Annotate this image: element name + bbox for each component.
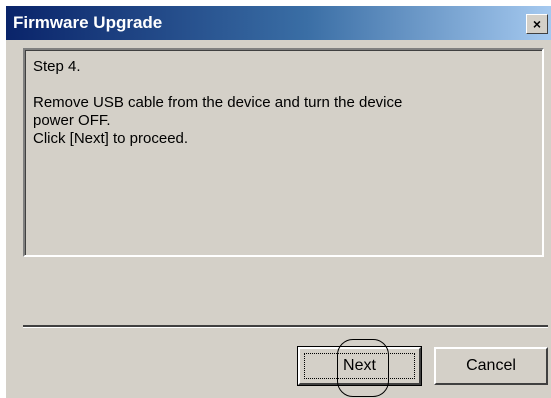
cancel-button[interactable]: Cancel [434, 347, 548, 385]
step-label: Step 4. [33, 58, 81, 75]
close-icon: × [532, 16, 542, 32]
next-button[interactable]: Next [297, 346, 422, 386]
window-title: Firmware Upgrade [13, 13, 163, 32]
instruction-line-1: Remove USB cable from the device and tur… [33, 94, 403, 111]
instruction-line-3: Click [Next] to proceed. [33, 130, 189, 147]
cancel-button-label: Cancel [466, 357, 516, 374]
title-bar[interactable]: Firmware Upgrade × [6, 6, 551, 40]
button-separator [23, 325, 548, 328]
firmware-upgrade-dialog: Firmware Upgrade × Step 4. Remove USB ca… [5, 5, 551, 398]
next-button-label: Next [343, 357, 376, 374]
close-button[interactable]: × [526, 14, 548, 34]
instruction-line-2: power OFF. [33, 112, 111, 129]
instruction-panel: Step 4. Remove USB cable from the device… [23, 48, 544, 257]
